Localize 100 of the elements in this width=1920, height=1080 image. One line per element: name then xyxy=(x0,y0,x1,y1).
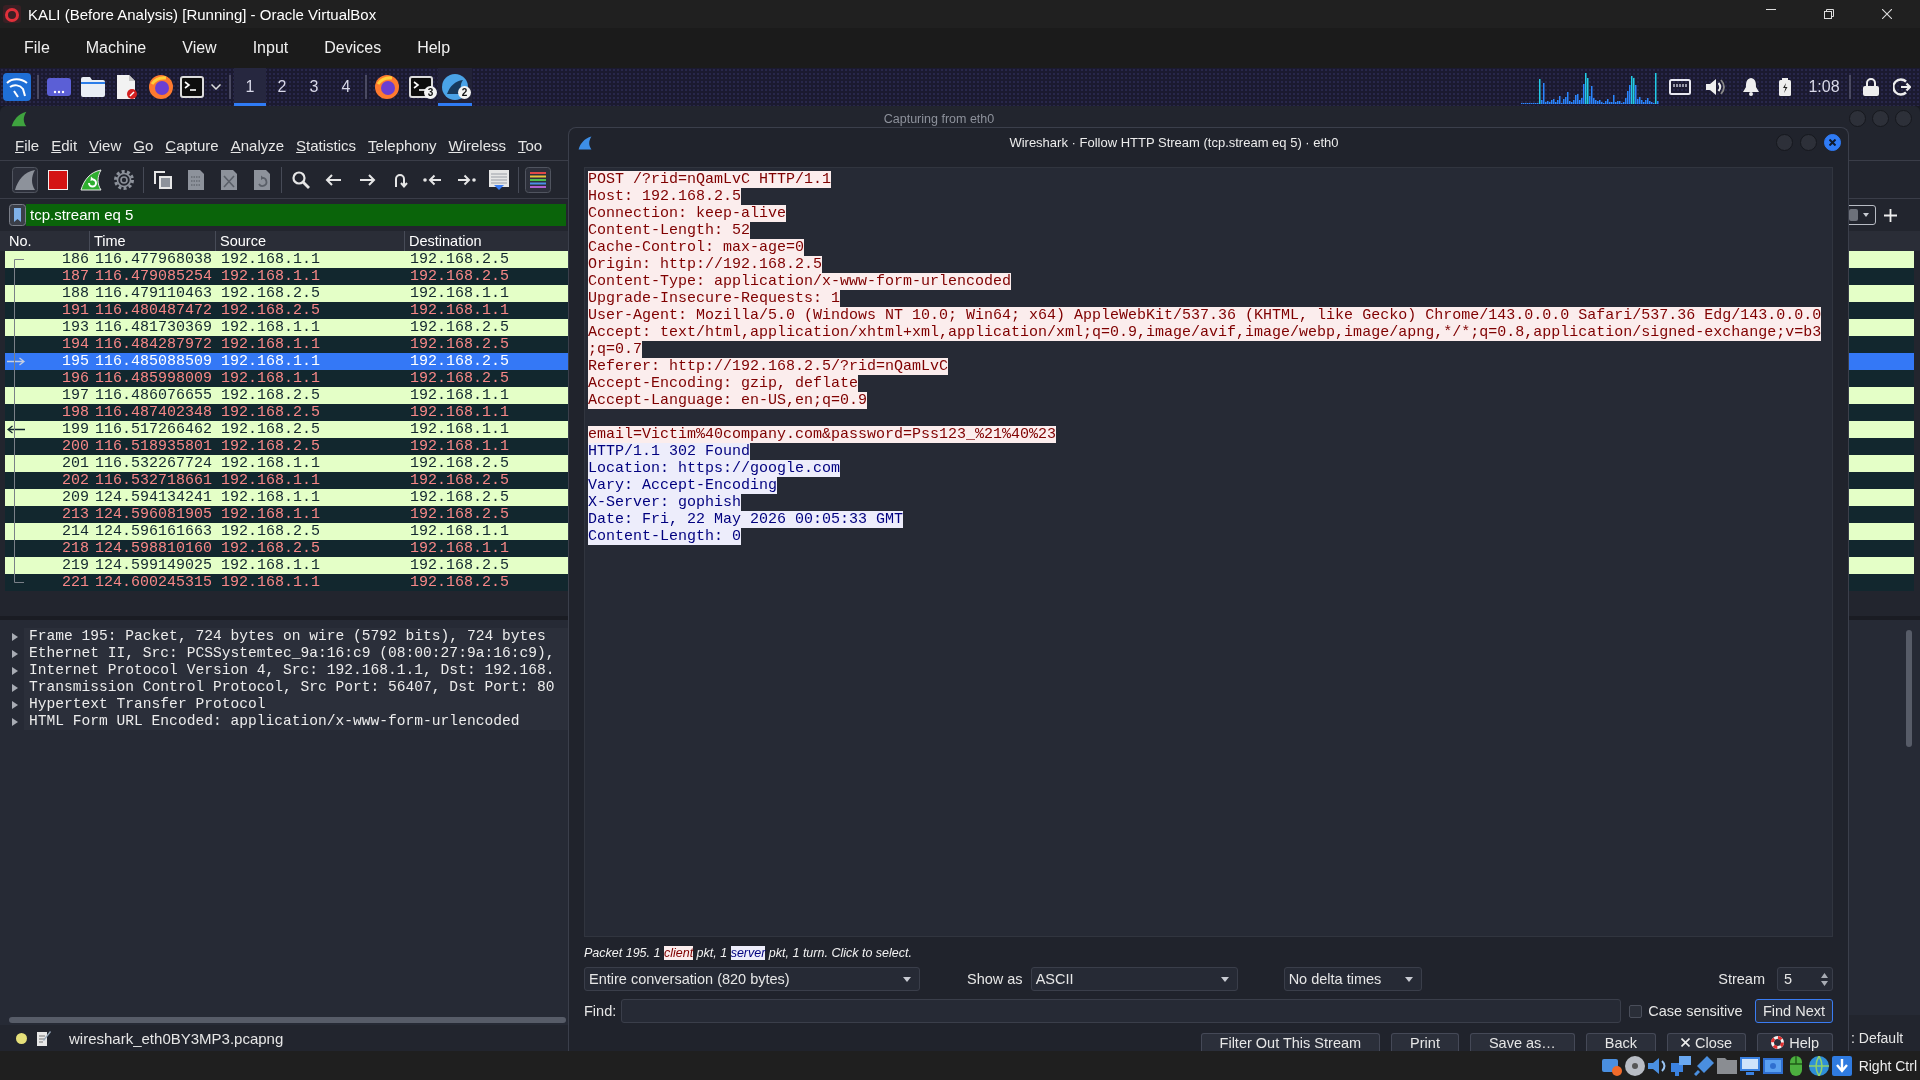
stream-text-area[interactable] xyxy=(584,167,1833,937)
plus-icon[interactable] xyxy=(1884,208,1897,222)
dropdown-caret-icon[interactable] xyxy=(1849,205,1876,225)
packet-row[interactable]: 186 116.477968038 192.168.1.1 192.168.2.5 xyxy=(5,251,568,268)
network-port-icon[interactable] xyxy=(1669,79,1691,95)
find-field[interactable] xyxy=(621,999,1622,1023)
menu-item[interactable]: Machine xyxy=(85,39,147,57)
menu-item[interactable]: Capture xyxy=(165,137,219,154)
checkbox-label[interactable]: Case sensitive xyxy=(1648,1003,1743,1019)
scrollbar[interactable] xyxy=(1906,630,1912,747)
dialog-button[interactable]: Help xyxy=(1757,1033,1833,1051)
tree-item[interactable]: Hypertext Transfer Protocol xyxy=(24,696,568,713)
caret-right-icon[interactable] xyxy=(12,717,18,726)
conversation-dropdown[interactable]: Entire conversation (820 bytes) xyxy=(584,967,920,991)
display-filter-field[interactable]: tcp.stream eq 5 xyxy=(26,204,566,226)
globe-icon[interactable] xyxy=(375,75,399,99)
color-lines-icon[interactable] xyxy=(524,166,551,193)
menu-item[interactable]: Telephony xyxy=(368,137,437,154)
terminal-icon[interactable] xyxy=(180,76,204,98)
workspace-button[interactable]: 1 xyxy=(234,68,266,106)
note-icon[interactable] xyxy=(37,1030,51,1046)
tree-item[interactable]: Transmission Control Protocol, Src Port: 56407, Dst Port: 80 xyxy=(24,679,568,696)
packet-row[interactable]: 209 124.594134241 192.168.1.1 192.168.2.5 xyxy=(5,489,568,506)
disc-icon[interactable] xyxy=(1624,1055,1645,1076)
packet-row[interactable]: 221 124.600245315 192.168.1.1 192.168.2.5 xyxy=(5,574,568,591)
packet-row[interactable]: 194 116.484287972 192.168.1.1 192.168.2.5 xyxy=(5,336,568,353)
checkbox[interactable] xyxy=(1629,1004,1643,1018)
status-dot-icon[interactable] xyxy=(16,1032,27,1044)
menu-item[interactable]: File xyxy=(15,137,40,154)
delta-times-dropdown[interactable]: No delta times xyxy=(1283,967,1422,991)
tree-item[interactable]: Internet Protocol Version 4, Src: 192.168.1.1, Dst: 192.168. xyxy=(24,662,568,679)
menu-item[interactable]: File xyxy=(24,39,50,57)
caret-right-icon[interactable] xyxy=(12,683,18,692)
speaker-icon[interactable] xyxy=(1706,78,1726,96)
packet-row[interactable]: 218 124.598810160 192.168.2.5 192.168.1.1 xyxy=(5,540,568,557)
tree-item[interactable]: Ethernet II, Src: PCSSystemtec_9a:16:c9 (08:00:27:9a:16:c9), xyxy=(24,645,568,662)
packet-row[interactable]: 201 116.532267724 192.168.1.1 192.168.2.5 xyxy=(5,455,568,472)
app-menu-icon[interactable] xyxy=(3,73,31,101)
menu-item[interactable]: Edit xyxy=(51,137,78,154)
taskbar-button[interactable]: 3 xyxy=(404,68,438,106)
packet-row[interactable]: 198 116.487402348 192.168.2.5 192.168.1.1 xyxy=(5,404,568,421)
terminal-icon[interactable] xyxy=(409,76,433,98)
caret-right-icon[interactable] xyxy=(12,632,18,641)
globe-icon[interactable] xyxy=(149,75,173,99)
menu-item[interactable]: Input xyxy=(252,39,289,57)
lock-icon[interactable] xyxy=(1863,78,1879,96)
globe-icon[interactable] xyxy=(1808,1055,1829,1076)
packet-row[interactable]: 200 116.518935801 192.168.2.5 192.168.1.1 xyxy=(5,438,568,455)
packet-row[interactable]: 214 124.596161663 192.168.2.5 192.168.1.1 xyxy=(5,523,568,540)
menu-item[interactable]: Statistics xyxy=(296,137,357,154)
dialog-button[interactable]: Filter Out This Stream xyxy=(1200,1033,1381,1051)
menu-item[interactable]: Analyze xyxy=(230,137,285,154)
logout-icon[interactable] xyxy=(1893,78,1911,96)
window-icon[interactable] xyxy=(47,78,71,96)
workspace-button[interactable]: 3 xyxy=(298,68,330,106)
menu-item[interactable]: Go xyxy=(133,137,154,154)
battery-icon[interactable] xyxy=(1779,78,1791,96)
menu-item[interactable]: View xyxy=(89,137,122,154)
packet-row[interactable]: 219 124.599149025 192.168.1.1 192.168.2.5 xyxy=(5,557,568,574)
caret-down-icon[interactable] xyxy=(211,84,221,90)
format-dropdown[interactable]: ASCII xyxy=(1030,967,1238,991)
find-next-button[interactable]: Find Next xyxy=(1755,999,1833,1023)
arrow-down-icon[interactable] xyxy=(1831,1055,1852,1076)
speaker-icon[interactable] xyxy=(1647,1055,1668,1076)
tree-item[interactable]: Frame 195: Packet, 724 bytes on wire (5792 bits), 724 bytes xyxy=(24,628,568,645)
packet-row[interactable]: 187 116.479085254 192.168.1.1 192.168.2.5 xyxy=(5,268,568,285)
screen-icon[interactable] xyxy=(1762,1055,1783,1076)
packet-row[interactable]: 191 116.480487472 192.168.2.5 192.168.1.1 xyxy=(5,302,568,319)
dialog-button[interactable]: Back xyxy=(1585,1033,1657,1051)
dialog-button[interactable]: Close xyxy=(1667,1033,1747,1051)
close-button[interactable] xyxy=(1824,134,1841,151)
document-icon[interactable] xyxy=(117,75,137,99)
menu-item[interactable]: View xyxy=(182,39,217,57)
menu-item[interactable]: Wireless xyxy=(448,137,507,154)
workspace-button[interactable]: 2 xyxy=(266,68,298,106)
clock[interactable]: 1:08 xyxy=(1808,78,1840,96)
dialog-button[interactable]: Print xyxy=(1391,1033,1459,1051)
caret-right-icon[interactable] xyxy=(12,666,18,675)
caret-right-icon[interactable] xyxy=(12,649,18,658)
profile-label[interactable]: : Default xyxy=(1849,1030,1904,1046)
monitor-icon[interactable] xyxy=(1739,1055,1760,1076)
packet-row[interactable]: 196 116.485998009 192.168.1.1 192.168.2.5 xyxy=(5,370,568,387)
restart-fin-icon[interactable] xyxy=(77,166,104,193)
plug-icon[interactable] xyxy=(1693,1055,1714,1076)
workspace-button[interactable]: 4 xyxy=(330,68,362,106)
scrollbar[interactable] xyxy=(9,1017,566,1023)
dialog-button[interactable]: Save as… xyxy=(1469,1033,1575,1051)
packet-row[interactable]: 197 116.486076655 192.168.2.5 192.168.1.1 xyxy=(5,387,568,404)
caret-right-icon[interactable] xyxy=(12,700,18,709)
packet-row[interactable]: 199 116.517266462 192.168.2.5 192.168.1.1 xyxy=(5,421,568,438)
packet-row[interactable]: 188 116.479110463 192.168.2.5 192.168.1.1 xyxy=(5,285,568,302)
tree-item[interactable]: HTML Form URL Encoded: application/x-www-form-urlencoded xyxy=(24,713,568,730)
bookmark-icon[interactable] xyxy=(9,204,26,226)
packet-row[interactable]: 213 124.596081905 192.168.1.1 192.168.2.5 xyxy=(5,506,568,523)
network-icon[interactable] xyxy=(1670,1055,1691,1076)
restore-icon[interactable] xyxy=(1824,9,1834,19)
taskbar-button[interactable]: 2 xyxy=(438,68,472,106)
menu-item[interactable]: Help xyxy=(417,39,451,57)
packet-row[interactable]: 193 116.481730369 192.168.1.1 192.168.2.5 xyxy=(5,319,568,336)
menu-item[interactable]: Devices xyxy=(324,39,382,57)
